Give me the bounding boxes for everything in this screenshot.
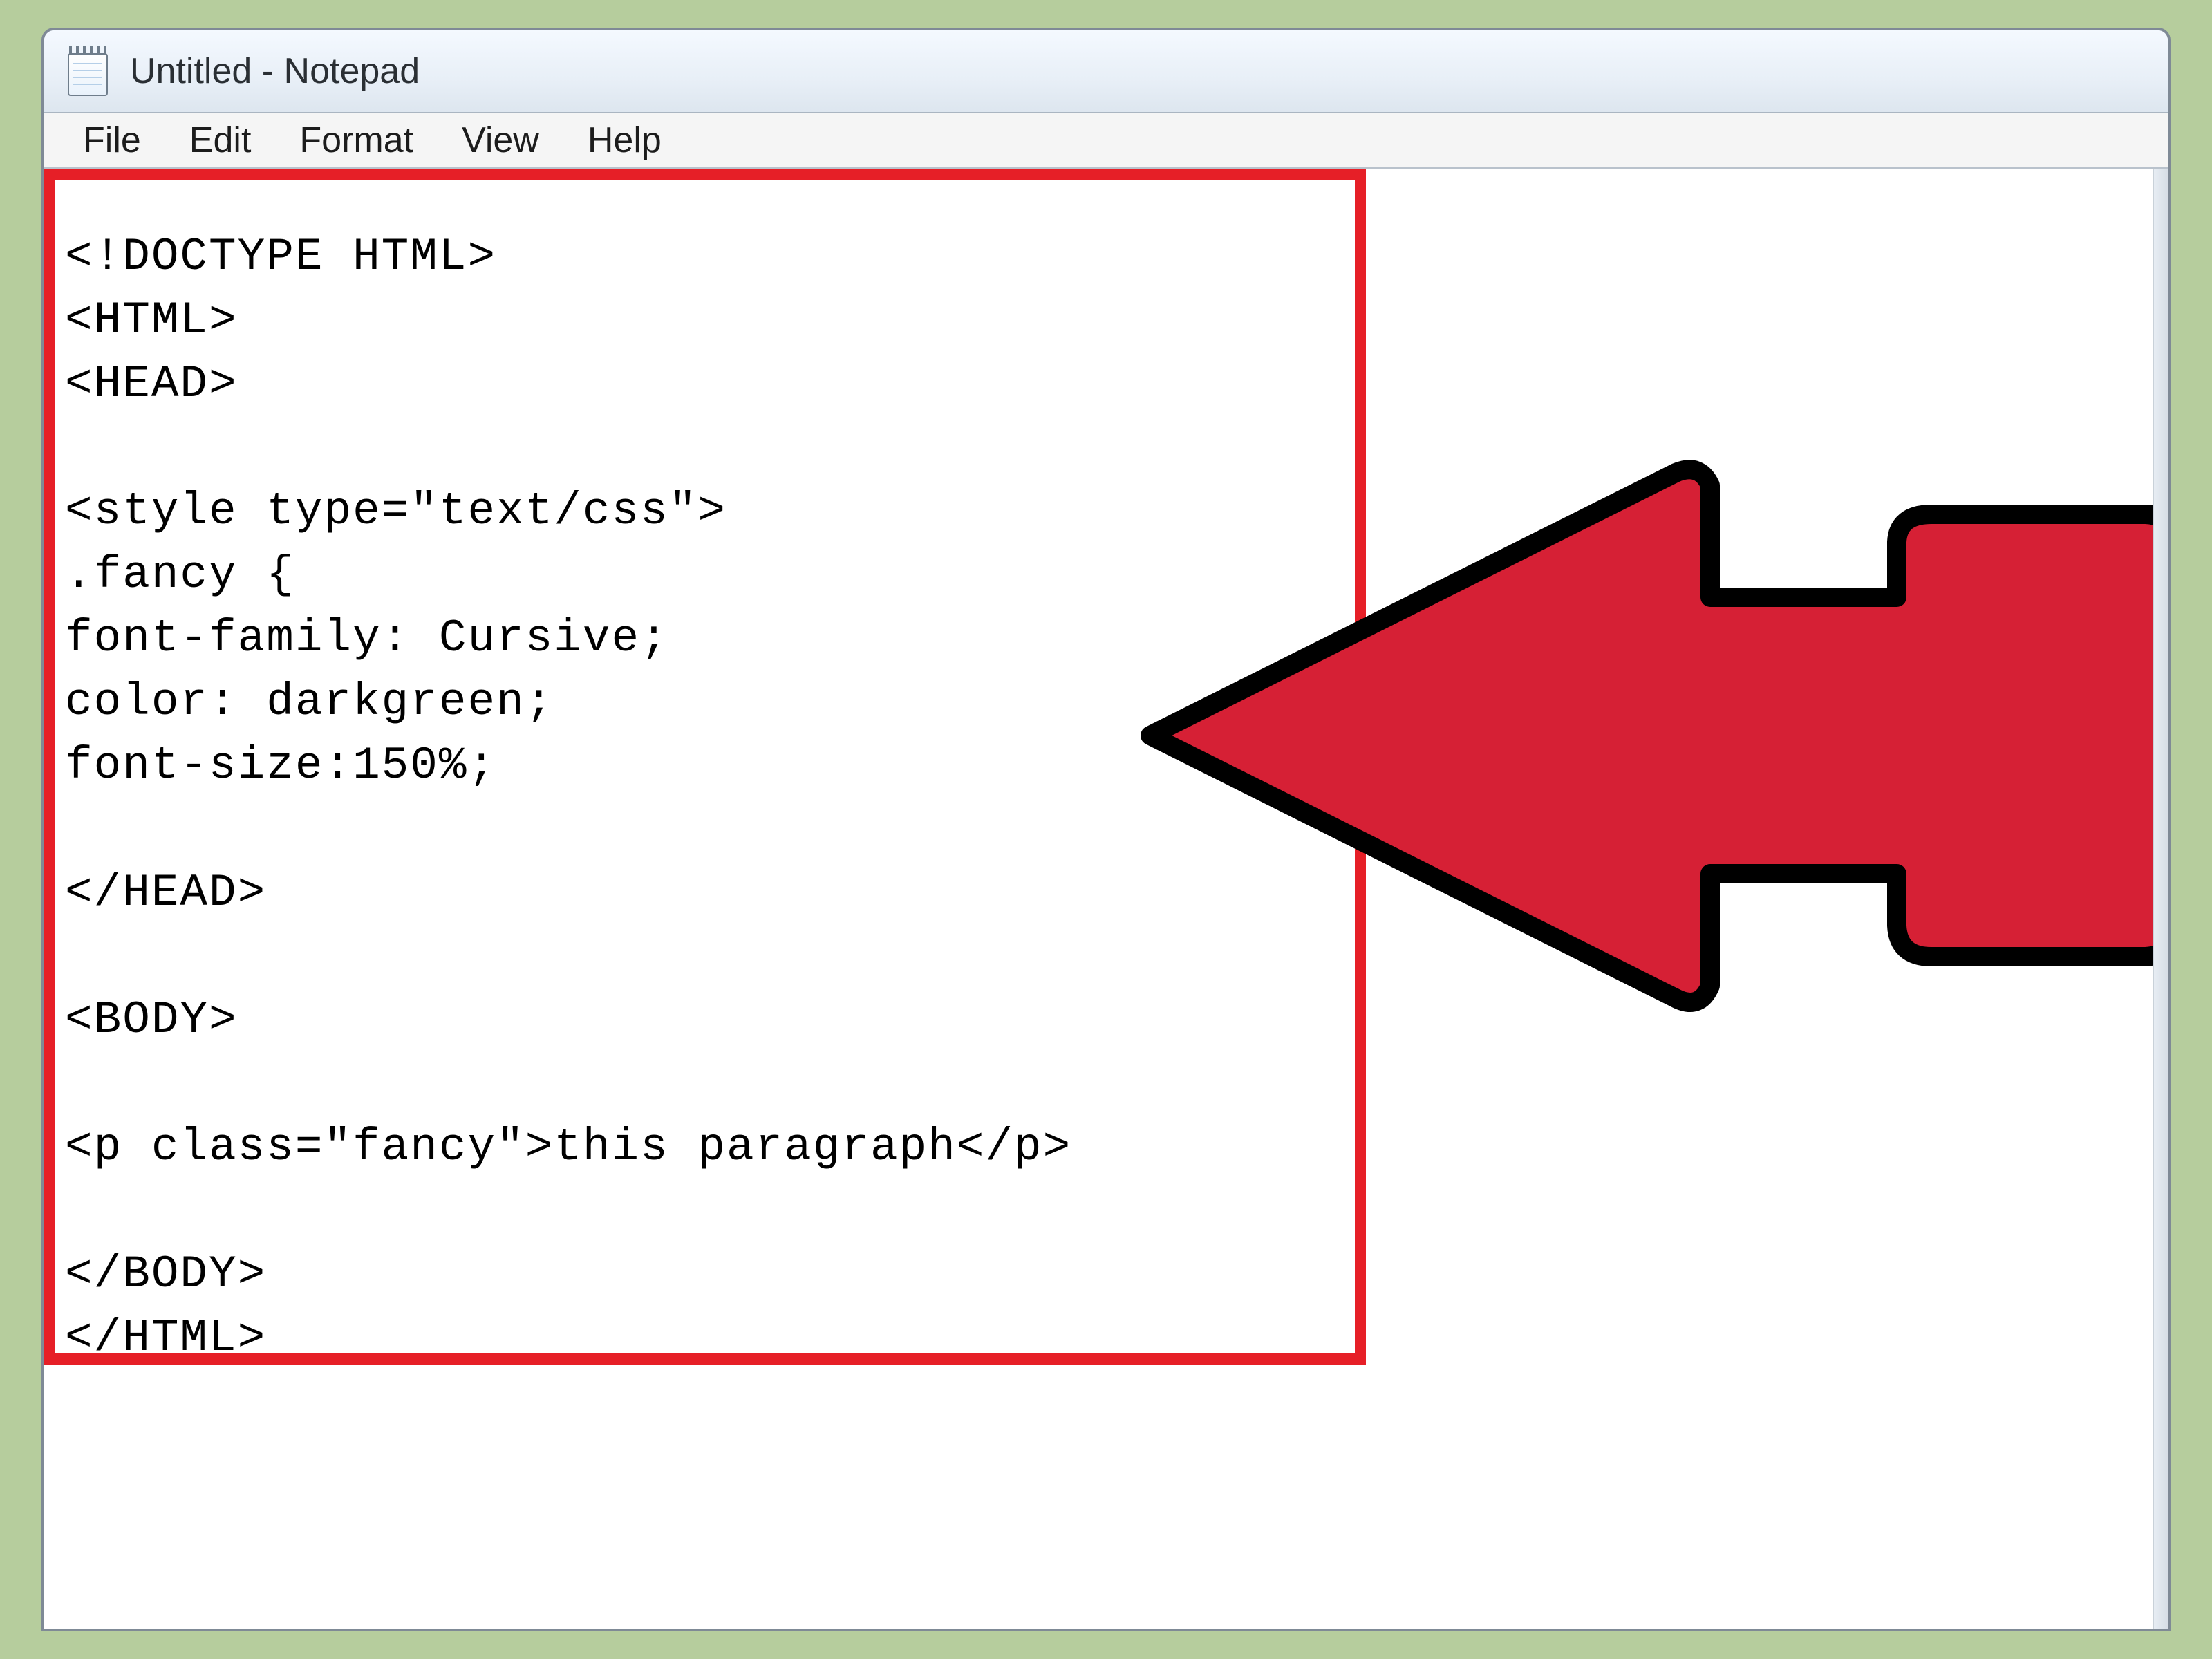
window-title: Untitled - Notepad: [130, 50, 420, 92]
arrow-annotation-icon: [1136, 411, 2154, 1067]
page-background: Untitled - Notepad File Edit Format View…: [0, 0, 2212, 1659]
menu-view[interactable]: View: [452, 120, 549, 161]
editor-content[interactable]: <!DOCTYPE HTML> <HTML> <HEAD> <style typ…: [65, 225, 1071, 1370]
text-area[interactable]: <!DOCTYPE HTML> <HTML> <HEAD> <style typ…: [44, 169, 2154, 1629]
menu-file[interactable]: File: [73, 120, 151, 161]
vertical-scrollbar[interactable]: [2154, 169, 2168, 1629]
menu-edit[interactable]: Edit: [180, 120, 261, 161]
notepad-icon: [65, 44, 113, 99]
menu-bar: File Edit Format View Help: [44, 113, 2168, 169]
menu-help[interactable]: Help: [578, 120, 671, 161]
notepad-window: Untitled - Notepad File Edit Format View…: [41, 28, 2171, 1631]
title-bar[interactable]: Untitled - Notepad: [44, 30, 2168, 113]
menu-format[interactable]: Format: [290, 120, 423, 161]
